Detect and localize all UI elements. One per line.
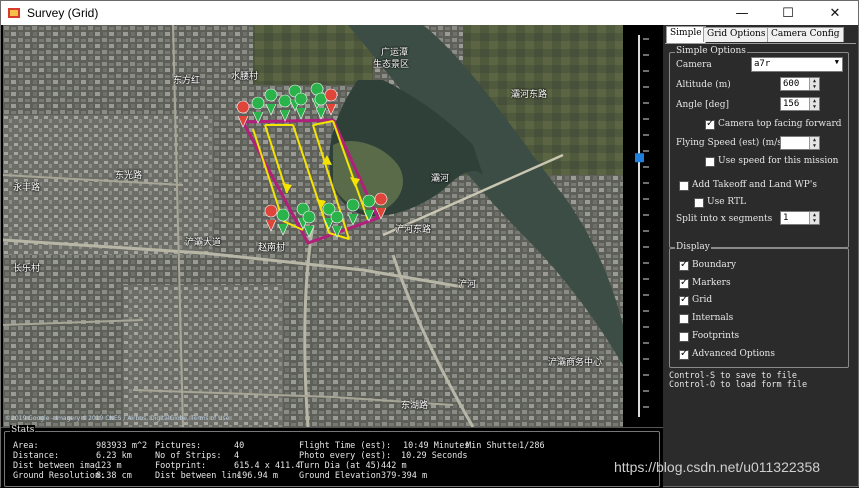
chevron-down-icon: ▼ [834,58,839,66]
altitude-input[interactable]: 600 ▲ ▼ [780,77,820,91]
zoom-slider-thumb[interactable] [635,153,644,163]
survey-grid-window: Survey (Grid) — ☐ ✕ 灞河 广运潭 生态景区 东方红 水腰村 … [0,0,859,488]
split-spinner[interactable]: ▲ ▼ [809,212,819,224]
dist-lines-value: 196.94 m [237,471,278,481]
close-button[interactable]: ✕ [812,1,858,25]
ground-elev-label: Ground Elevation: [299,471,381,481]
strips-value: 4 [234,451,240,461]
display-checkbox-internals[interactable] [679,314,689,325]
zoom-slider-graphic [635,35,649,417]
angle-input[interactable]: 156 ▲ ▼ [780,97,820,111]
camera-select-value: a7r [754,59,771,69]
app-icon [7,6,21,20]
stats-title: Stats [10,425,36,435]
title-bar: Survey (Grid) — ☐ ✕ [1,1,858,25]
load-hint: Control-O to load form file [669,380,808,390]
marker-green[interactable] [264,88,278,116]
area-label: Area: [13,441,39,451]
footprint-label: Footprint: [155,461,207,471]
stats-panel: Stats Area: 983933 m^2 Distance: 6.23 km… [1,425,663,488]
camera-top-facing-checkbox[interactable] [705,118,715,130]
display-checkbox-advanced-options[interactable] [679,348,689,360]
display-label: Markers [692,277,731,288]
simple-options-title: Simple Options [675,46,747,56]
display-checkbox-boundary[interactable] [679,259,689,271]
display-label: Footprints [692,330,740,341]
camera-label: Camera [676,60,712,70]
watermark-text: https://blog.csdn.net/u011322358 [614,459,821,475]
zoom-slider[interactable] [623,25,663,427]
pictures-value: 40 [234,441,245,451]
split-value: 1 [783,213,789,223]
use-speed-checkbox[interactable] [705,157,715,167]
ground-res-value: 8.38 cm [96,471,132,481]
window-title: Survey (Grid) [27,6,99,20]
marker-red[interactable] [324,88,338,116]
flight-time-label: Flight Time (est): [299,441,392,451]
turn-dia-value: 442 m [381,461,407,471]
map-view[interactable]: 灞河 广运潭 生态景区 东方红 水腰村 永丰路 东光路 长乐村 浐灞大道 赵南村… [3,25,623,427]
split-label: Split into x segments [676,214,773,224]
maximize-button[interactable]: ☐ [765,1,811,25]
altitude-value: 600 [783,79,800,89]
survey-overlay [236,82,388,245]
marker-green[interactable] [346,198,360,226]
marker-green[interactable] [278,94,292,122]
turn-dia-label: Turn Dia (at 45): [299,461,381,471]
use-rtl-checkbox[interactable] [694,198,704,208]
display-label: Advanced Options [692,348,775,359]
tab-grid-options[interactable]: Grid Options [703,27,770,42]
display-label: Internals [692,313,734,324]
dist-lines-label: Dist between lines: [155,471,239,481]
split-input[interactable]: 1 ▲ ▼ [780,211,820,225]
angle-label: Angle [deg] [676,100,729,110]
add-takeoff-label: Add Takeoff and Land WP's [692,180,817,190]
strips-label: No of Strips: [155,451,222,461]
angle-spinner[interactable]: ▲ ▼ [809,98,819,110]
area-value: 983933 m^2 [96,441,148,451]
flying-speed-label: Flying Speed (est) (m/s) [676,138,786,148]
marker-red[interactable] [264,204,278,232]
display-label: Boundary [692,260,737,270]
altitude-spinner[interactable]: ▲ ▼ [809,78,819,90]
camera-top-facing-label: Camera top facing forward [718,119,842,129]
use-speed-label: Use speed for this mission [718,156,839,166]
ground-res-label: Ground Resolution: [13,471,106,481]
photo-every-value: 10.29 Seconds [401,451,468,461]
use-rtl-label: Use RTL [707,197,746,207]
display-title: Display [675,242,711,252]
tab-divider [665,43,856,44]
photo-every-label: Photo every (est): [299,451,392,461]
tab-camera-config[interactable]: Camera Config [767,27,844,42]
flying-speed-input[interactable]: ▲ ▼ [780,136,820,150]
pictures-label: Pictures: [155,441,202,451]
grid-arrow [282,183,292,193]
marker-green[interactable] [251,96,265,124]
angle-value: 156 [783,99,800,109]
distance-label: Distance: [13,451,60,461]
min-shutter-label: Min Shutter Speed: [466,441,519,451]
display-checkbox-markers[interactable] [679,277,689,289]
add-takeoff-checkbox[interactable] [679,181,689,191]
tab-simple[interactable]: Simple [666,26,706,43]
footprint-value: 615.4 x 411.4 [234,461,301,471]
display-label: Grid [692,295,713,306]
side-panel: Simple Grid Options Camera Config Simple… [663,25,858,486]
dist-images-label: Dist between images: [13,461,97,471]
display-checkbox-footprints[interactable] [679,331,689,342]
minimize-button[interactable]: — [719,1,765,25]
ground-elev-value: 379-394 m [381,471,428,481]
dist-images-value: 123 m [96,461,122,471]
map-attribution: ©2019 Google - Imagery ©2019 CNES / Airb… [5,415,230,422]
display-checkbox-grid[interactable] [679,294,689,307]
camera-select[interactable]: a7r ▼ [751,57,843,72]
flying-speed-spinner[interactable]: ▲ ▼ [809,137,819,149]
flight-time-value: 10:49 Minutes [403,441,470,451]
distance-value: 6.23 km [96,451,132,461]
min-shutter-value: 1/286 [519,441,545,451]
altitude-label: Altitude (m) [676,80,731,90]
